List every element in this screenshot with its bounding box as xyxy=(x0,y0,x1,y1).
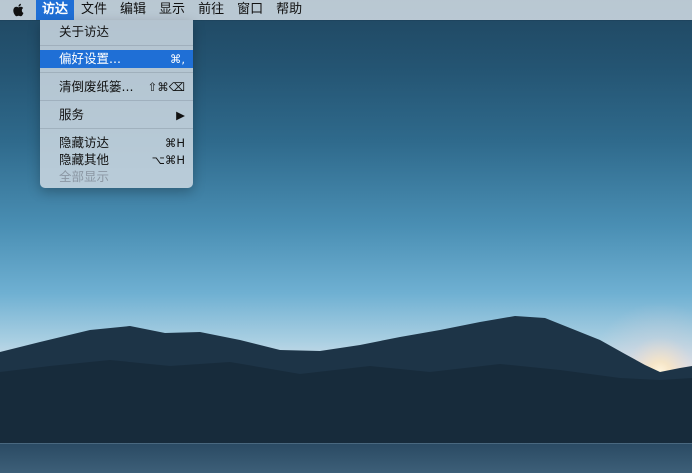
menu-edit[interactable]: 编辑 xyxy=(114,0,152,20)
menu-item-empty-trash-label: 清倒废纸篓... xyxy=(59,79,134,94)
desktop: 访达 文件 编辑 显示 前往 窗口 帮助 关于访达 偏好设置... ⌘, 清倒废… xyxy=(0,0,692,473)
menu-item-empty-trash[interactable]: 清倒废纸篓... ⇧⌘⌫ xyxy=(40,78,193,96)
menu-item-hide-others-label: 隐藏其他 xyxy=(59,152,110,167)
menu-separator xyxy=(40,72,193,73)
menu-view[interactable]: 显示 xyxy=(153,0,191,20)
submenu-arrow-icon: ▶ xyxy=(176,108,185,122)
menu-item-about-label: 关于访达 xyxy=(59,24,110,39)
apple-menu[interactable] xyxy=(0,0,36,20)
menu-item-about[interactable]: 关于访达 xyxy=(40,23,193,41)
menu-item-preferences-shortcut: ⌘, xyxy=(169,52,185,66)
menu-file[interactable]: 文件 xyxy=(75,0,113,20)
menu-item-hide-others[interactable]: 隐藏其他 ⌥⌘H xyxy=(40,151,193,169)
menu-separator xyxy=(40,45,193,46)
menu-item-hide[interactable]: 隐藏访达 ⌘H xyxy=(40,134,193,152)
menu-item-services[interactable]: 服务 ▶ xyxy=(40,106,193,124)
menu-go[interactable]: 前往 xyxy=(192,0,230,20)
menu-finder[interactable]: 访达 xyxy=(36,0,75,20)
menu-item-hide-label: 隐藏访达 xyxy=(59,135,110,150)
finder-dropdown-menu: 关于访达 偏好设置... ⌘, 清倒废纸篓... ⇧⌘⌫ 服务 ▶ 隐藏访达 ⌘… xyxy=(40,20,193,188)
menu-item-hide-shortcut: ⌘H xyxy=(164,136,185,150)
lake xyxy=(0,443,692,473)
menu-item-empty-trash-shortcut: ⇧⌘⌫ xyxy=(147,80,185,94)
menu-item-preferences[interactable]: 偏好设置... ⌘, xyxy=(40,50,193,68)
menu-item-preferences-label: 偏好设置... xyxy=(59,51,121,66)
menu-item-show-all: 全部显示 xyxy=(40,168,193,186)
apple-logo-icon xyxy=(13,3,24,17)
menu-bar: 访达 文件 编辑 显示 前往 窗口 帮助 xyxy=(0,0,692,20)
menu-window[interactable]: 窗口 xyxy=(231,0,269,20)
menu-item-hide-others-shortcut: ⌥⌘H xyxy=(151,153,185,167)
menu-help[interactable]: 帮助 xyxy=(270,0,308,20)
menu-separator xyxy=(40,128,193,129)
menu-item-show-all-label: 全部显示 xyxy=(59,169,110,184)
menu-separator xyxy=(40,100,193,101)
menu-item-services-label: 服务 xyxy=(59,107,85,122)
